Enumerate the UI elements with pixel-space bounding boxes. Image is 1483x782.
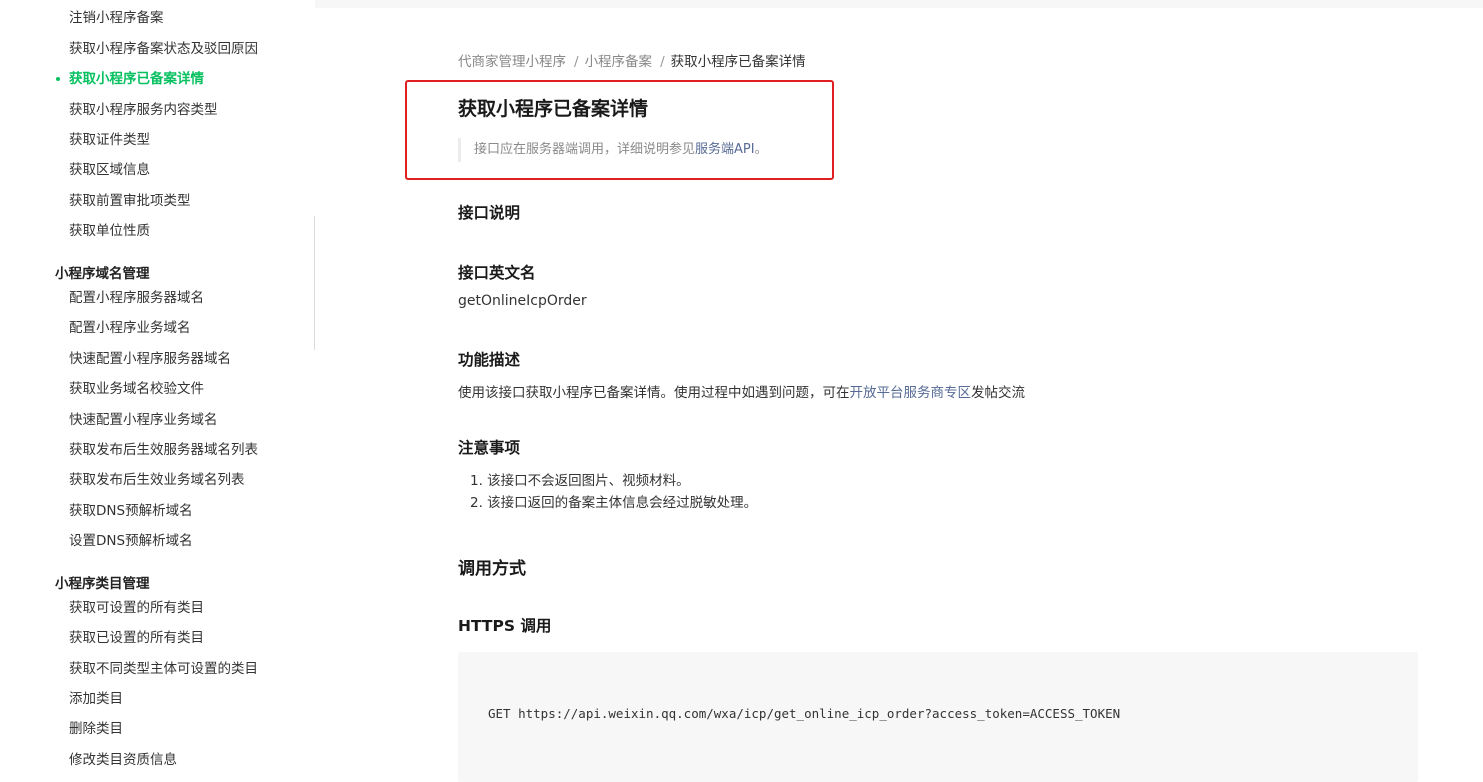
list-item: 1. 该接口不会返回图片、视频材料。 <box>470 473 690 489</box>
function-text: 使用该接口获取小程序已备案详情。使用过程中如遇到问题，可在 <box>458 385 850 401</box>
sidebar-item[interactable]: 设置DNS预解析域名 <box>69 531 193 551</box>
forum-link[interactable]: 开放平台服务商专区 <box>850 385 972 401</box>
sidebar-nav: 注销小程序备案 获取小程序备案状态及驳回原因 获取小程序已备案详情 获取小程序服… <box>0 0 315 770</box>
section-title-notes: 注意事项 <box>458 439 521 457</box>
sidebar-item[interactable]: 获取可设置的所有类目 <box>69 598 204 618</box>
sidebar-item[interactable]: 获取已设置的所有类目 <box>69 628 204 648</box>
sidebar-group-title-domain[interactable]: 小程序域名管理 <box>55 262 150 282</box>
breadcrumb-item[interactable]: 代商家管理小程序 <box>458 54 566 70</box>
sidebar-item[interactable]: 获取DNS预解析域名 <box>69 501 193 521</box>
breadcrumb: 代商家管理小程序 / 小程序备案 / 获取小程序已备案详情 <box>458 50 806 70</box>
notice-text: 接口应在服务器端调用，详细说明参见 <box>474 142 696 157</box>
sidebar-item[interactable]: 修改类目资质信息 <box>69 750 177 770</box>
sidebar-item[interactable]: 获取证件类型 <box>69 130 150 150</box>
sidebar-item[interactable]: 获取区域信息 <box>69 160 150 180</box>
server-notice: 接口应在服务器端调用，详细说明参见服务端API。 <box>458 138 768 162</box>
sidebar-item[interactable]: 删除类目 <box>69 719 123 739</box>
list-item: 2. 该接口返回的备案主体信息会经过脱敏处理。 <box>470 495 758 511</box>
sidebar-group-title-category[interactable]: 小程序类目管理 <box>55 572 150 592</box>
code-block: GET https://api.weixin.qq.com/wxa/icp/ge… <box>458 652 1418 782</box>
main-content: 代商家管理小程序 / 小程序备案 / 获取小程序已备案详情 获取小程序已备案详情 接口应… <box>458 0 1418 782</box>
sidebar-item[interactable]: 获取业务域名校验文件 <box>69 379 204 399</box>
sidebar-item[interactable]: 获取小程序服务内容类型 <box>69 100 218 120</box>
breadcrumb-item[interactable]: 小程序备案 <box>585 54 653 70</box>
section-title-interface: 接口说明 <box>458 204 521 222</box>
sidebar-item[interactable]: 配置小程序服务器域名 <box>69 288 204 308</box>
breadcrumb-separator: / <box>660 54 665 70</box>
sidebar-item-label: 获取小程序已备案详情 <box>69 71 204 87</box>
sidebar-item-active[interactable]: 获取小程序已备案详情 <box>56 69 204 89</box>
sidebar-item[interactable]: 配置小程序业务域名 <box>69 318 191 338</box>
sidebar-item[interactable]: 获取发布后生效业务域名列表 <box>69 470 245 490</box>
section-title-https: HTTPS 调用 <box>458 617 552 635</box>
function-description: 使用该接口获取小程序已备案详情。使用过程中如遇到问题，可在开放平台服务商专区发帖… <box>458 381 1025 401</box>
api-english-name: getOnlineIcpOrder <box>458 293 587 309</box>
sidebar-item[interactable]: 添加类目 <box>69 689 123 709</box>
sidebar-item[interactable]: 获取发布后生效服务器域名列表 <box>69 440 258 460</box>
sidebar-scrollbar[interactable] <box>314 216 315 350</box>
sidebar-item[interactable]: 获取单位性质 <box>69 221 150 241</box>
breadcrumb-current: 获取小程序已备案详情 <box>670 54 806 70</box>
sidebar-item[interactable]: 获取不同类型主体可设置的类目 <box>69 659 258 679</box>
section-title-english-name: 接口英文名 <box>458 264 536 282</box>
sidebar-item[interactable]: 快速配置小程序业务域名 <box>69 410 218 430</box>
sidebar-item[interactable]: 快速配置小程序服务器域名 <box>69 349 231 369</box>
sidebar-item[interactable]: 获取前置审批项类型 <box>69 191 191 211</box>
notes-list: 1. 该接口不会返回图片、视频材料。 2. 该接口返回的备案主体信息会经过脱敏处… <box>470 470 757 514</box>
section-title-call-method: 调用方式 <box>458 559 526 579</box>
active-dot-icon <box>56 77 60 81</box>
section-title-function: 功能描述 <box>458 351 521 369</box>
page-title: 获取小程序已备案详情 <box>458 98 649 120</box>
sidebar-item[interactable]: 注销小程序备案 <box>69 8 164 28</box>
request-url-code[interactable]: GET https://api.weixin.qq.com/wxa/icp/ge… <box>488 706 1120 721</box>
server-api-link[interactable]: 服务端API <box>695 142 755 157</box>
breadcrumb-separator: / <box>574 54 579 70</box>
function-text-suffix: 发帖交流 <box>971 385 1025 401</box>
sidebar-item[interactable]: 获取小程序备案状态及驳回原因 <box>69 39 258 59</box>
notice-suffix: 。 <box>754 142 768 157</box>
